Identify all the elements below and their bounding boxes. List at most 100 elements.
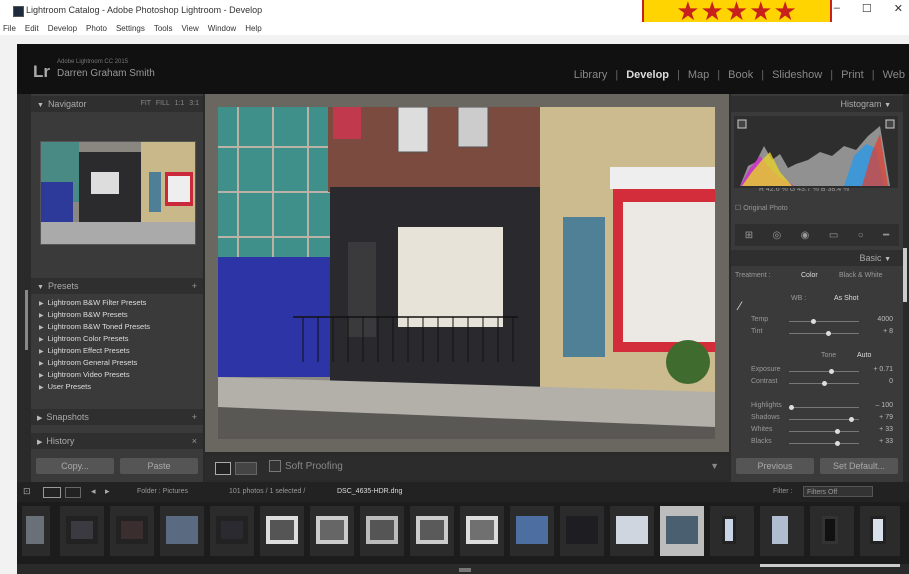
toolbar-menu-chevron-icon[interactable]: ▼ (710, 461, 719, 471)
tint-slider[interactable] (789, 331, 859, 336)
left-panel-scrollbar[interactable] (25, 290, 28, 350)
treatment-color[interactable]: Color (801, 272, 818, 279)
adjustment-brush-icon[interactable]: ━ (883, 230, 889, 241)
whites-value[interactable]: + 33 (879, 426, 893, 433)
navigator-header[interactable]: ▼ Navigator FIT FILL 1:1 3:1 (31, 96, 203, 112)
secondary-window-icon[interactable]: ⊡ (23, 486, 31, 497)
exposure-value[interactable]: + 0.71 (873, 366, 893, 373)
preset-folder[interactable]: ▶ Lightroom B&W Filter Presets (39, 298, 146, 307)
filter-dropdown[interactable]: Filters Off (803, 486, 873, 497)
preset-folder[interactable]: ▶ Lightroom B&W Presets (39, 310, 128, 319)
preset-folder[interactable]: ▶ Lightroom Color Presets (39, 334, 129, 343)
filmstrip-thumbnail[interactable] (210, 506, 254, 556)
copy-button[interactable]: Copy... (36, 458, 114, 474)
right-panel-scrollbar[interactable] (903, 248, 907, 302)
back-arrow-icon[interactable]: ◂ (91, 486, 96, 497)
whites-slider[interactable] (789, 429, 859, 434)
navigator-zoom-options[interactable]: FIT FILL 1:1 3:1 (141, 96, 199, 112)
contrast-value[interactable]: 0 (889, 378, 893, 385)
blacks-value[interactable]: + 33 (879, 438, 893, 445)
snapshots-header[interactable]: ▶ Snapshots + (31, 409, 203, 425)
menu-photo[interactable]: Photo (86, 24, 107, 33)
maximize-icon[interactable]: ☐ (862, 2, 872, 20)
filmstrip-thumbnail[interactable] (760, 506, 804, 556)
filmstrip-thumbnail[interactable] (110, 506, 154, 556)
filmstrip-scrollbar[interactable] (760, 564, 900, 567)
preset-folder[interactable]: ▶ Lightroom Video Presets (39, 370, 130, 379)
preset-folder[interactable]: ▶ Lightroom B&W Toned Presets (39, 322, 150, 331)
filmstrip-thumbnail[interactable] (160, 506, 204, 556)
crop-icon[interactable]: ⊞ (745, 230, 753, 241)
main-photo[interactable] (218, 107, 715, 439)
filmstrip-thumbnail[interactable] (610, 506, 654, 556)
shadows-value[interactable]: + 79 (879, 414, 893, 421)
contrast-slider[interactable] (789, 381, 859, 386)
menu-tools[interactable]: Tools (154, 24, 173, 33)
exposure-slider[interactable] (789, 369, 859, 374)
set-default-button[interactable]: Set Default... (820, 458, 898, 474)
filmstrip-thumbnail[interactable] (22, 506, 50, 556)
menu-view[interactable]: View (182, 24, 199, 33)
preset-folder[interactable]: ▶ Lightroom Effect Presets (39, 346, 130, 355)
presets-header[interactable]: ▼ Presets + (31, 278, 203, 294)
filmstrip-thumbnail[interactable] (510, 506, 554, 556)
navigator-preview[interactable] (40, 141, 196, 245)
menu-develop[interactable]: Develop (48, 24, 77, 33)
highlights-value[interactable]: – 100 (875, 402, 893, 409)
histogram-header[interactable]: Histogram ▼ (731, 96, 903, 112)
filmstrip-thumbnail[interactable] (860, 506, 900, 556)
red-eye-icon[interactable]: ◉ (801, 230, 810, 241)
close-icon[interactable]: ✕ (894, 2, 903, 20)
preset-folder[interactable]: ▶ Lightroom General Presets (39, 358, 137, 367)
paste-button[interactable]: Paste (120, 458, 198, 474)
menu-help[interactable]: Help (245, 24, 261, 33)
filmstrip-thumbnail[interactable] (810, 506, 854, 556)
original-photo-checkbox[interactable]: ☐ Original Photo (735, 204, 788, 212)
forward-arrow-icon[interactable]: ▸ (105, 486, 110, 497)
module-map[interactable]: Map (688, 69, 709, 81)
shadows-slider[interactable] (789, 417, 859, 422)
graduated-filter-icon[interactable]: ▭ (829, 230, 838, 241)
module-library[interactable]: Library (574, 69, 608, 81)
menu-edit[interactable]: Edit (25, 24, 39, 33)
module-web[interactable]: Web (883, 69, 905, 81)
wb-dropdown[interactable]: As Shot (834, 295, 859, 302)
filmstrip-thumbnail-selected[interactable] (660, 506, 704, 556)
module-develop[interactable]: Develop (626, 69, 669, 81)
filmstrip-thumbnail[interactable] (60, 506, 104, 556)
menu-file[interactable]: File (3, 24, 16, 33)
menu-window[interactable]: Window (208, 24, 236, 33)
module-book[interactable]: Book (728, 69, 753, 81)
module-slideshow[interactable]: Slideshow (772, 69, 822, 81)
history-header[interactable]: ▶ History × (31, 433, 203, 449)
filmstrip-thumbnail[interactable] (560, 506, 604, 556)
filmstrip-thumbnail[interactable] (710, 506, 754, 556)
filmstrip-thumbnail[interactable] (310, 506, 354, 556)
temp-slider[interactable] (789, 319, 859, 324)
preset-folder[interactable]: ▶ User Presets (39, 382, 91, 391)
grid-view-icon[interactable] (43, 487, 61, 498)
basic-header[interactable]: Basic ▼ (731, 250, 903, 266)
filmstrip-thumbnail[interactable] (410, 506, 454, 556)
filmstrip-thumbnail[interactable] (360, 506, 404, 556)
previous-button[interactable]: Previous (736, 458, 814, 474)
spot-removal-icon[interactable]: ◎ (773, 230, 782, 241)
filmstrip-thumbnail[interactable] (260, 506, 304, 556)
before-after-view-icon[interactable] (235, 462, 257, 475)
selected-filename[interactable]: DSC_4635-HDR.dng (337, 488, 402, 495)
module-print[interactable]: Print (841, 69, 864, 81)
minimize-icon[interactable]: – (834, 2, 840, 20)
treatment-bw[interactable]: Black & White (839, 272, 883, 279)
highlights-slider[interactable] (789, 405, 859, 410)
folder-path[interactable]: Folder : Pictures (137, 488, 188, 495)
filmstrip-thumbnail[interactable] (460, 506, 504, 556)
radial-filter-icon[interactable]: ○ (858, 230, 864, 241)
soft-proofing-checkbox[interactable] (269, 460, 281, 472)
histogram-graph[interactable] (734, 116, 898, 188)
loupe-icon[interactable] (65, 487, 81, 498)
menu-settings[interactable]: Settings (116, 24, 145, 33)
tone-auto-button[interactable]: Auto (857, 352, 871, 359)
bottom-panel-toggle[interactable] (459, 568, 471, 572)
blacks-slider[interactable] (789, 441, 859, 446)
loupe-view-icon[interactable] (215, 462, 231, 475)
